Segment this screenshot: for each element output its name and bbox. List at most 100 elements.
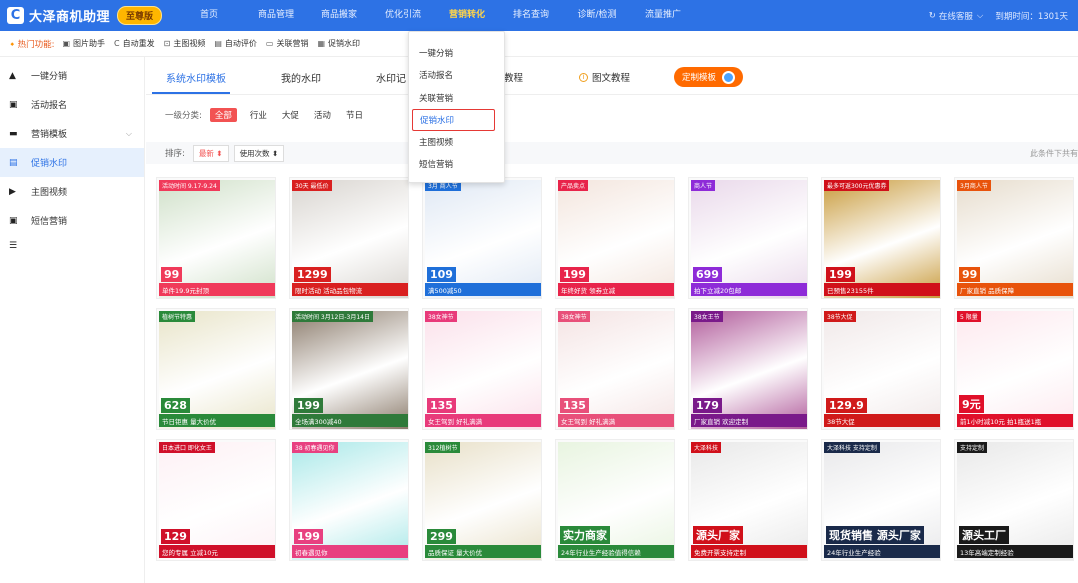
chevron-down-icon: ⌵: [125, 128, 132, 138]
template-tag: 产品卖点: [558, 180, 589, 191]
template-card[interactable]: 实力商家 24年行业生产经验值得信赖: [555, 439, 675, 561]
dropdown-item-sms[interactable]: 短信营销: [409, 154, 504, 176]
template-band: 全场满300减40: [292, 414, 408, 427]
graphic-tutorial-link[interactable]: i 图文教程: [579, 70, 630, 84]
app-logo[interactable]: C 大泽商机助理 至尊版: [7, 6, 187, 25]
logo-icon: C: [7, 7, 24, 24]
template-band: 满500减50: [425, 283, 541, 296]
template-card[interactable]: 活动时间 9.17-9.24 99 单件19.9元封顶: [156, 177, 276, 299]
sidebar-item-activity[interactable]: ▣ 活动报名: [0, 90, 144, 119]
menu-collapse-icon: ☰: [9, 241, 18, 251]
nav-item-traffic[interactable]: 流量推广: [635, 0, 691, 31]
nav-item-marketing[interactable]: 营销转化: [439, 0, 495, 31]
dropdown-item-related[interactable]: 关联营销: [409, 88, 504, 110]
dropdown-item-distribution[interactable]: 一键分销: [409, 43, 504, 65]
category-all[interactable]: 全部: [209, 108, 237, 122]
template-band: 女王驾到 好礼满满: [425, 414, 541, 427]
template-band: 限时活动 活动品包物流: [292, 283, 408, 296]
chevron-down-icon[interactable]: ⌵: [977, 11, 983, 21]
template-card[interactable]: 大泽科技 源头厂家 免费开票支持定制: [688, 439, 808, 561]
template-band: 品质保证 量大价优: [425, 545, 541, 558]
template-card[interactable]: 商人节 699 拍下立减20包邮: [688, 177, 808, 299]
dropdown-item-activity[interactable]: 活动报名: [409, 65, 504, 87]
template-card[interactable]: 38女神节 135 女王驾到 好礼满满: [422, 308, 542, 430]
template-band: 厂家直销 品质保障: [957, 283, 1073, 296]
sort-newest-button[interactable]: 最新 ⬍: [192, 144, 229, 162]
template-card[interactable]: 38女王节 179 厂家直销 欢迎定制: [688, 308, 808, 430]
template-price: 199: [560, 267, 589, 282]
hot-item-auto-review[interactable]: ▤ 自动评价: [214, 38, 257, 49]
template-tag: 3月商人节: [957, 180, 991, 191]
template-card[interactable]: 30天 最低价 1299 限时活动 活动品包物流: [289, 177, 409, 299]
category-promotion[interactable]: 大促: [282, 109, 299, 121]
hot-item-related-marketing[interactable]: ▭ 关联营销: [266, 38, 309, 49]
hot-item-main-video[interactable]: ⊡ 主图视频: [164, 38, 206, 49]
template-price: 实力商家: [560, 526, 610, 544]
template-band: 已预售23155件: [824, 283, 940, 296]
template-band: 24年行业生产经验: [824, 545, 940, 558]
nav-item-move[interactable]: 商品搬家: [311, 0, 367, 31]
main-nav: 首页 商品管理 商品搬家 优化引流 营销转化 排名查询 诊断/检测 流量推广: [187, 0, 691, 31]
refresh-icon[interactable]: ↻: [929, 11, 936, 21]
sort-usage-button[interactable]: 使用次数 ⬍: [233, 144, 285, 162]
tab-watermark-records[interactable]: 水印记: [376, 70, 406, 85]
template-price: 299: [427, 529, 456, 544]
template-band: 拍下立减20包邮: [691, 283, 807, 296]
template-card[interactable]: 大泽科技 支持定制 现货销售 源头厂家 24年行业生产经验: [821, 439, 941, 561]
tab-my-watermarks[interactable]: 我的水印: [281, 70, 321, 85]
template-card[interactable]: 38 初春遇见你 199 初春遇见你: [289, 439, 409, 561]
template-tag: 38节大促: [824, 311, 856, 322]
template-card[interactable]: 38女神节 135 女王驾到 好礼满满: [555, 308, 675, 430]
template-band: 13年高端定制经验: [957, 545, 1073, 558]
template-card[interactable]: 产品卖点 199 年终好货 领券立减: [555, 177, 675, 299]
sms-icon: ▣: [9, 215, 18, 226]
template-tag: 最多可返300元优惠券: [824, 180, 890, 191]
template-tag: 30天 最低价: [292, 180, 332, 191]
calendar-icon: ▣: [9, 99, 18, 110]
template-price: 源头工厂: [959, 526, 1009, 544]
template-band: 免费开票支持定制: [691, 545, 807, 558]
category-festival[interactable]: 节日: [346, 109, 363, 121]
dropdown-item-video[interactable]: 主图视频: [409, 132, 504, 154]
sidebar-item-watermark[interactable]: ▤ 促销水印: [0, 148, 144, 177]
template-card[interactable]: 38节大促 129.9 38节大促: [821, 308, 941, 430]
template-band: 初春遇见你: [292, 545, 408, 558]
sidebar-item-sms[interactable]: ▣ 短信营销: [0, 206, 144, 235]
video-icon: ⊡: [163, 39, 171, 48]
nav-item-diagnose[interactable]: 诊断/检测: [569, 0, 625, 31]
hot-item-promo-watermark[interactable]: ▦ 促销水印: [317, 38, 360, 49]
nav-item-rank[interactable]: 排名查询: [503, 0, 559, 31]
sidebar-item-templates[interactable]: ▬ 营销模板 ⌵: [0, 119, 144, 148]
sidebar-item-distribution[interactable]: ▲ 一键分销: [0, 61, 144, 90]
hot-item-image-helper[interactable]: ▣ 图片助手: [62, 38, 105, 49]
template-card[interactable]: 日本进口 即化女王 129 您的专属 立减10元: [156, 439, 276, 561]
template-card[interactable]: 3月 商人节 109 满500减50: [422, 177, 542, 299]
sidebar-collapse[interactable]: ☰: [0, 235, 144, 257]
online-service-link[interactable]: 在线客服: [939, 10, 973, 22]
nav-item-goods[interactable]: 商品管理: [241, 0, 311, 31]
template-band: 厂家直销 欢迎定制: [691, 414, 807, 427]
template-card[interactable]: 312植树节 299 品质保证 量大价优: [422, 439, 542, 561]
nav-item-home[interactable]: 首页: [189, 0, 229, 31]
template-card[interactable]: 3月商人节 99 厂家直销 品质保障: [954, 177, 1074, 299]
hot-item-auto-repost[interactable]: C 自动重发: [114, 38, 155, 49]
template-card[interactable]: 最多可返300元优惠券 199 已预售23155件: [821, 177, 941, 299]
category-industry[interactable]: 行业: [250, 109, 267, 121]
nav-item-optimize[interactable]: 优化引流: [375, 0, 431, 31]
template-card[interactable]: 5 限量 9元 前1小时减10元 拍1瓶送1瓶: [954, 308, 1074, 430]
template-band: 年终好货 领券立减: [558, 283, 674, 296]
result-count-text: 此条件下共有: [1030, 148, 1078, 158]
template-card[interactable]: 植树节特惠 628 节日钜惠 量大价优: [156, 308, 276, 430]
sort-bar: 排序: 最新 ⬍ 使用次数 ⬍ 此条件下共有: [146, 142, 1078, 164]
template-band: 女王驾到 好礼满满: [558, 414, 674, 427]
tab-system-templates[interactable]: 系统水印模板: [166, 70, 226, 85]
template-card[interactable]: 支持定制 源头工厂 13年高端定制经验: [954, 439, 1074, 561]
dropdown-item-watermark[interactable]: 促销水印: [412, 109, 495, 131]
custom-template-button[interactable]: 定制模板: [674, 67, 743, 87]
template-price: 135: [560, 398, 589, 413]
template-card[interactable]: 活动时间 3月12日-3月14日 199 全场满300减40: [289, 308, 409, 430]
tutorial-link[interactable]: 教程: [504, 70, 523, 84]
sort-arrow-icon: ⬍: [271, 148, 279, 158]
sidebar-item-video[interactable]: ▶ 主图视频: [0, 177, 144, 206]
category-activity[interactable]: 活动: [314, 109, 331, 121]
